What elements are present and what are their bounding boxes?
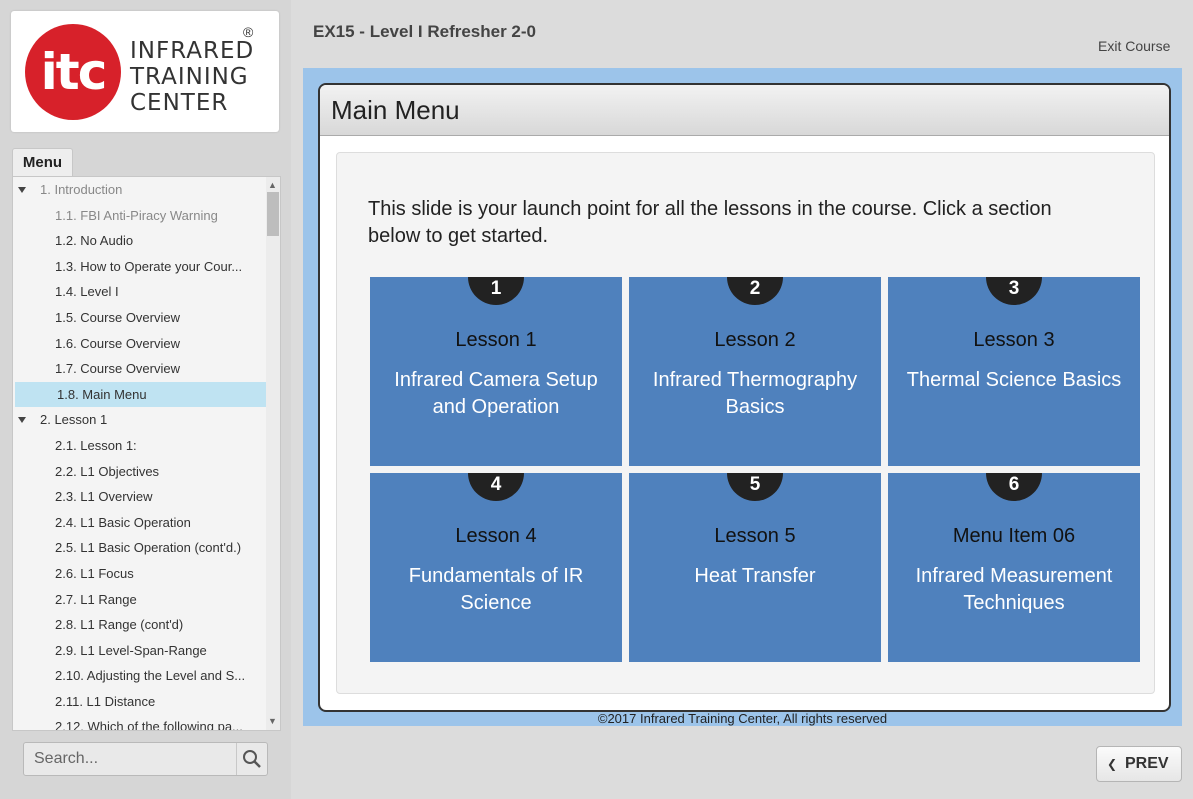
tile-description: Fundamentals of IR Science [408, 565, 584, 614]
tile-number-badge: 1 [468, 277, 524, 305]
chevron-left-icon: ❮ [1107, 757, 1118, 771]
menu-panel: 1. Introduction 1.1. FBI Anti-Piracy War… [12, 176, 281, 731]
menu-item[interactable]: 2.10. Adjusting the Level and S... [13, 663, 265, 689]
search-button[interactable] [236, 743, 267, 775]
logo: itc INFRARED TRAINING CENTER ® [11, 11, 279, 132]
menu-item[interactable]: 1.5. Course Overview [13, 305, 265, 331]
scroll-down-icon[interactable]: ▼ [268, 716, 277, 726]
course-title: EX15 - Level I Refresher 2-0 [313, 22, 537, 41]
exit-course-link[interactable]: Exit Course [1098, 38, 1170, 54]
tile-description: Infrared Measurement Techniques [915, 565, 1113, 614]
tile-description: Infrared Camera Setup and Operation [394, 369, 598, 418]
caret-down-icon[interactable] [18, 187, 26, 193]
tile-description: Heat Transfer [694, 565, 816, 587]
slide-body: This slide is your launch point for all … [336, 152, 1155, 694]
tile-number-badge: 5 [727, 473, 783, 501]
scroll-thumb[interactable] [267, 192, 279, 236]
menu-item[interactable]: 2.3. L1 Overview [13, 484, 265, 510]
caret-down-icon[interactable] [18, 417, 26, 424]
tile-number-badge: 6 [986, 473, 1042, 501]
tab-menu[interactable]: Menu [12, 148, 73, 177]
lesson-tile-6[interactable]: 6 Menu Item 06 Infrared Measurement Tech… [888, 473, 1140, 662]
menu-item-label: 1. Introduction [40, 182, 123, 197]
registered-mark: ® [243, 24, 254, 40]
lesson-tile-2[interactable]: 2 Lesson 2 Infrared Thermography Basics [629, 277, 881, 466]
lesson-tile-5[interactable]: 5 Lesson 5 Heat Transfer [629, 473, 881, 662]
search-icon [243, 750, 261, 768]
tile-number-badge: 2 [727, 277, 783, 305]
menu-item[interactable]: 2.6. L1 Focus [13, 561, 265, 587]
menu-item[interactable]: 2.2. L1 Objectives [13, 459, 265, 485]
copyright-text: ©2017 Infrared Training Center, All righ… [597, 711, 888, 726]
tile-lesson-label: Lesson 3 [973, 329, 1055, 351]
tile-number-badge: 4 [468, 473, 524, 501]
slide-card: Main Menu This slide is your launch poin… [318, 83, 1171, 712]
logo-line: CENTER [130, 90, 229, 116]
slide-frame: Main Menu This slide is your launch poin… [303, 68, 1182, 726]
menu-item-label: 2. Lesson 1 [40, 412, 108, 428]
menu-item[interactable]: 1.2. No Audio [13, 228, 265, 254]
tile-lesson-label: Lesson 1 [455, 329, 537, 351]
prev-label: PREV [1125, 755, 1169, 772]
logo-line: INFRARED [130, 38, 255, 64]
scroll-up-icon[interactable]: ▲ [268, 180, 277, 190]
menu-section-lesson-1[interactable]: 2. Lesson 1 [13, 407, 265, 433]
menu-item[interactable]: 1.1. FBI Anti-Piracy Warning [13, 203, 265, 229]
menu-item-active[interactable]: 1.8. Main Menu [15, 381, 280, 408]
prev-button[interactable]: ❮ PREV [1096, 746, 1182, 782]
menu-item[interactable]: 2.7. L1 Range [13, 587, 265, 613]
menu-item[interactable]: 2.1. Lesson 1: [13, 433, 265, 459]
lesson-tile-1[interactable]: 1 Lesson 1 Infrared Camera Setup and Ope… [370, 277, 622, 466]
slide-titlebar: Main Menu [320, 85, 1169, 136]
slide-title: Main Menu [331, 95, 460, 125]
tile-lesson-label: Menu Item 06 [952, 525, 1076, 547]
lesson-tile-4[interactable]: 4 Lesson 4 Fundamentals of IR Science [370, 473, 622, 662]
menu-item[interactable]: 2.12. Which of the following pa... [13, 714, 265, 730]
menu-list: 1. Introduction 1.1. FBI Anti-Piracy War… [13, 177, 280, 730]
menu-item[interactable]: 2.11. L1 Distance [13, 689, 265, 715]
sidebar: itc INFRARED TRAINING CENTER ® Menu 1. I… [0, 0, 291, 799]
tile-lesson-label: Lesson 2 [714, 329, 796, 351]
menu-item[interactable]: 1.7. Course Overview [13, 356, 265, 382]
search-input[interactable] [24, 743, 244, 775]
menu-item[interactable]: 2.5. L1 Basic Operation (cont'd.) [13, 535, 265, 561]
menu-item[interactable]: 2.8. L1 Range (cont'd) [13, 612, 265, 638]
intro-text: This slide is your launch point for all … [368, 198, 1052, 247]
menu-item[interactable]: 1.6. Course Overview [13, 331, 265, 357]
tile-description: Thermal Science Basics [906, 369, 1122, 391]
menu-item[interactable]: 1.3. How to Operate your Cour... [13, 254, 265, 280]
logo-line: TRAINING [130, 64, 249, 90]
menu-item[interactable]: 2.9. L1 Level-Span-Range [13, 638, 265, 664]
menu-item[interactable]: 1.4. Level I [13, 279, 265, 305]
logo-mark: itc [25, 24, 121, 120]
menu-item[interactable]: 2.4. L1 Basic Operation [13, 510, 265, 536]
tile-lesson-label: Lesson 5 [714, 525, 796, 547]
tile-number-badge: 3 [986, 277, 1042, 305]
tile-description: Infrared Thermography Basics [652, 369, 858, 418]
tile-lesson-label: Lesson 4 [455, 525, 537, 547]
menu-scrollbar[interactable]: ▲ ▼ [266, 177, 280, 730]
menu-section-introduction[interactable]: 1. Introduction [13, 177, 265, 203]
lesson-tile-3[interactable]: 3 Lesson 3 Thermal Science Basics [888, 277, 1140, 466]
search-box [23, 742, 268, 776]
logo-wordmark: INFRARED TRAINING CENTER [130, 38, 254, 116]
